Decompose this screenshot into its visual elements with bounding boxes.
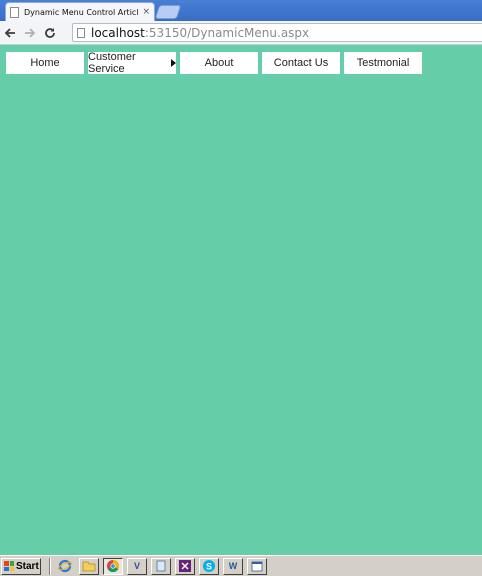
menu-item-label: About — [204, 57, 234, 69]
browser-toolbar: localhost:53150/DynamicMenu.aspx — [0, 21, 482, 45]
tab-title: Dynamic Menu Control Article — [24, 7, 140, 17]
browser-tab[interactable]: Dynamic Menu Control Article × — [5, 2, 155, 21]
start-label: Start — [16, 560, 39, 572]
menu-item-label: Contact Us — [273, 57, 329, 69]
forward-button[interactable] — [20, 23, 40, 43]
taskbar-separator — [49, 557, 51, 575]
forward-arrow-icon — [25, 27, 36, 38]
skype-icon: S — [203, 560, 215, 572]
menu-item-label: Home — [30, 57, 60, 69]
folder-icon — [82, 561, 96, 572]
document-icon — [156, 560, 166, 572]
windows-logo-icon — [4, 561, 14, 571]
menu-item-home[interactable]: Home — [6, 52, 84, 74]
dynamic-menu: Home Customer Service About Contact Us T… — [6, 51, 426, 75]
browser-tab-strip: Dynamic Menu Control Article × — [0, 0, 482, 21]
back-button[interactable] — [0, 23, 20, 43]
menu-item-about[interactable]: About — [180, 52, 258, 74]
word-icon[interactable]: W — [223, 557, 243, 575]
chrome-icon — [107, 560, 120, 573]
submenu-arrow-icon — [171, 59, 176, 67]
window-icon[interactable] — [247, 557, 267, 575]
menu-item-contact-us[interactable]: Contact Us — [262, 52, 340, 74]
menu-item-label: Customer Service — [88, 51, 136, 75]
visio-icon[interactable]: V — [127, 557, 147, 575]
folder-icon[interactable] — [79, 557, 99, 575]
address-bar[interactable]: localhost:53150/DynamicMenu.aspx — [72, 23, 482, 42]
windows-taskbar: Start V S W — [0, 555, 482, 576]
visual-studio-icon — [179, 560, 191, 572]
visual-studio-icon[interactable] — [175, 557, 195, 575]
menu-item-label: Testmonial — [356, 57, 410, 69]
ie-icon[interactable] — [55, 558, 75, 575]
page-icon — [10, 6, 19, 18]
menu-item-customer-service[interactable]: Customer Service — [88, 51, 176, 75]
url-host: localhost — [91, 25, 145, 40]
ie-icon — [58, 559, 72, 573]
url-path: :53150/DynamicMenu.aspx — [144, 25, 310, 40]
skype-icon[interactable]: S — [199, 557, 219, 575]
new-tab-button[interactable] — [154, 5, 182, 19]
reload-button[interactable] — [40, 23, 60, 43]
document-icon[interactable] — [151, 557, 171, 575]
reload-icon — [45, 27, 55, 38]
window-icon — [251, 561, 263, 571]
tab-close-icon[interactable]: × — [142, 7, 150, 17]
page-content: Home Customer Service About Contact Us T… — [0, 46, 482, 555]
page-icon — [77, 27, 85, 38]
start-button[interactable]: Start — [1, 557, 41, 575]
svg-text:S: S — [206, 562, 212, 572]
menu-item-testmonial[interactable]: Testmonial — [344, 52, 422, 74]
chrome-icon[interactable] — [103, 557, 123, 575]
back-arrow-icon — [4, 27, 15, 38]
